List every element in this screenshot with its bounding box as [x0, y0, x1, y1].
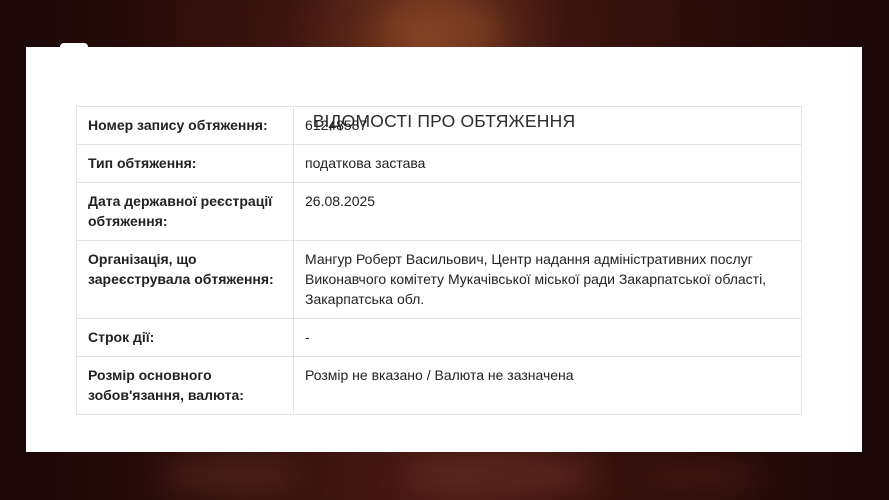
table-row: Організація, що зареєструвала обтяження:… [76, 240, 802, 319]
encumbrance-table: Номер запису обтяження: 61248587 Тип обт… [76, 106, 802, 415]
row-label-obligation-amount: Розмір основного зобов'язання, валюта: [76, 356, 294, 415]
table-row: Тип обтяження: податкова застава [76, 144, 802, 183]
row-label-term: Строк дії: [76, 318, 294, 357]
row-value-record-number: 61248587 [293, 106, 802, 145]
table-row: Розмір основного зобов'язання, валюта: Р… [76, 356, 802, 415]
row-label-organization: Організація, що зареєструвала обтяження: [76, 240, 294, 319]
row-value-registration-date: 26.08.2025 [293, 182, 802, 241]
table-row: Номер запису обтяження: 61248587 [76, 106, 802, 145]
row-label-record-number: Номер запису обтяження: [76, 106, 294, 145]
table-row: Строк дії: - [76, 318, 802, 357]
row-value-type: податкова застава [293, 144, 802, 183]
row-label-type: Тип обтяження: [76, 144, 294, 183]
row-value-term: - [293, 318, 802, 357]
table-row: Дата державної реєстрації обтяження: 26.… [76, 182, 802, 241]
row-value-obligation-amount: Розмір не вказано / Валюта не зазначена [293, 356, 802, 415]
encumbrance-card: ВІДОМОСТІ ПРО ОБТЯЖЕННЯ Номер запису обт… [26, 47, 862, 452]
row-value-organization: Мангур Роберт Васильович, Центр надання … [293, 240, 802, 319]
row-label-registration-date: Дата державної реєстрації обтяження: [76, 182, 294, 241]
